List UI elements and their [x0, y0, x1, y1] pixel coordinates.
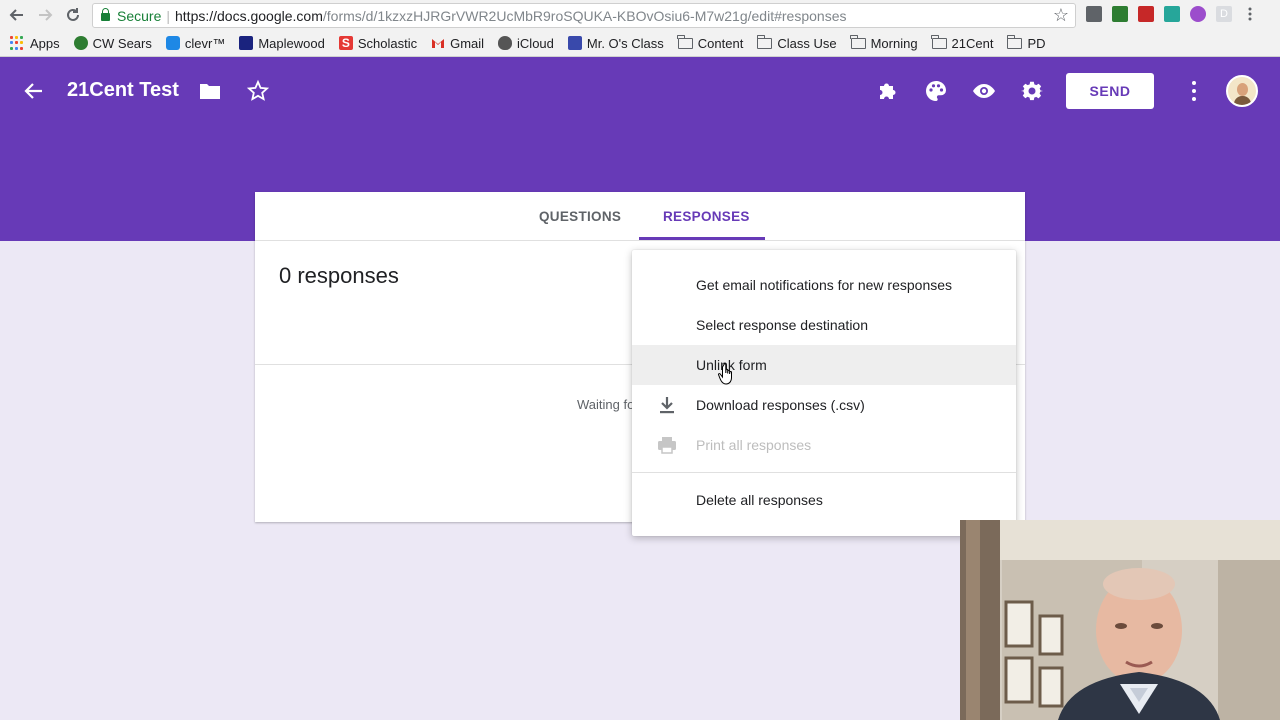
bookmark-clever[interactable]: clevr™ [165, 33, 226, 53]
bookmark-label: PD [1027, 35, 1046, 51]
hand-cursor-icon [718, 362, 738, 386]
menu-item-delete-all[interactable]: Delete all responses [632, 480, 1016, 520]
menu-separator [632, 472, 1016, 473]
bookmark-scholastic[interactable]: S Scholastic [338, 33, 418, 53]
download-icon [656, 394, 678, 416]
bookmark-maplewood[interactable]: Maplewood [239, 33, 325, 53]
bookmark-label: Maplewood [258, 35, 325, 51]
palette-icon[interactable] [924, 79, 948, 103]
active-tab-indicator [639, 237, 765, 240]
bookmark-label: CW Sears [92, 35, 152, 51]
menu-item-unlink-form[interactable]: Unlink form [632, 345, 1016, 385]
avatar[interactable] [1226, 75, 1258, 107]
folder-icon [1006, 34, 1023, 49]
extension-d-icon[interactable]: D [1216, 6, 1232, 22]
menu-item-print-all: Print all responses [632, 425, 1016, 465]
menu-item-download-csv[interactable]: Download responses (.csv) [632, 385, 1016, 425]
tab-questions[interactable]: QUESTIONS [539, 209, 621, 224]
bookmark-label: iCloud [517, 35, 554, 51]
address-bar[interactable]: Secure | https://docs.google.com/forms/d… [92, 3, 1076, 28]
send-button[interactable]: SEND [1066, 73, 1154, 109]
bookmark-label: Apps [30, 35, 60, 51]
bookmark-gmail[interactable]: Gmail [431, 33, 484, 53]
browser-forward-icon[interactable] [34, 4, 56, 26]
bookmark-label: Class Use [777, 35, 837, 51]
extension-video-icon[interactable] [1138, 6, 1154, 22]
browser-reload-icon[interactable] [62, 4, 84, 26]
bookmark-label: Morning [870, 35, 918, 51]
bookmark-label: Gmail [450, 35, 485, 51]
bookmark-folder-class-use[interactable]: Class Use [756, 33, 837, 53]
lock-icon [101, 7, 110, 21]
more-options-icon[interactable] [1186, 81, 1202, 101]
url-host: https://docs.google.com [175, 7, 323, 24]
folder-icon [677, 34, 693, 49]
bookmark-label: clevr™ [184, 35, 226, 51]
apps-grid-icon [10, 36, 24, 50]
url-path: /forms/d/1kzxzHJRGrVWR2UcMbR9roSQUKA-KBO… [322, 7, 847, 24]
scholastic-icon: S [338, 36, 353, 50]
bookmark-folder-pd[interactable]: PD [1006, 33, 1046, 53]
cw-sears-icon [73, 36, 88, 50]
folder-icon [931, 34, 947, 49]
folder-icon [756, 34, 773, 49]
waiting-message: Waiting fo [577, 397, 635, 412]
preview-eye-icon[interactable] [972, 79, 996, 103]
browser-menu-icon[interactable] [1242, 6, 1258, 22]
bookmark-label: Mr. O's Class [586, 35, 664, 51]
apple-icon [498, 36, 513, 50]
menu-item-label: Delete all responses [696, 492, 823, 508]
menu-item-label: Get email notifications for new response… [696, 277, 953, 293]
bookmark-apps[interactable]: Apps [10, 33, 60, 53]
bookmark-folder-21cent[interactable]: 21Cent [931, 33, 994, 53]
form-title[interactable]: 21Cent Test [67, 79, 179, 102]
bookmark-label: Scholastic [357, 35, 418, 51]
extension-purple-icon[interactable] [1190, 6, 1206, 22]
tab-bar: QUESTIONS RESPONSES [255, 192, 1025, 241]
extension-bitmoji-icon[interactable] [1164, 6, 1180, 22]
menu-item-label: Download responses (.csv) [696, 397, 865, 413]
bookmark-folder-morning[interactable]: Morning [850, 33, 918, 53]
bookmark-icloud[interactable]: iCloud [498, 33, 554, 53]
bookmark-star-icon[interactable]: ☆ [1053, 5, 1069, 26]
clever-icon [165, 36, 180, 50]
tab-responses[interactable]: RESPONSES [663, 209, 750, 224]
extension-classroom-icon[interactable] [1112, 6, 1128, 22]
browser-chrome: Secure | https://docs.google.com/forms/d… [0, 0, 1280, 57]
url-text: https://docs.google.com/forms/d/1kzxzHJR… [175, 8, 846, 24]
menu-item-select-destination[interactable]: Select response destination [632, 305, 1016, 345]
folder-icon[interactable] [198, 79, 222, 103]
settings-gear-icon[interactable] [1020, 79, 1044, 103]
secure-label: Secure [117, 7, 162, 24]
bookmark-mr-os-class[interactable]: Mr. O's Class [567, 33, 664, 53]
back-arrow-icon[interactable] [22, 79, 46, 103]
print-icon [656, 434, 678, 456]
bookmark-folder-content[interactable]: Content [677, 33, 744, 53]
responses-options-menu: Get email notifications for new response… [632, 250, 1016, 536]
maplewood-icon [239, 36, 254, 50]
responses-count: 0 responses [279, 263, 399, 288]
menu-item-label: Print all responses [696, 437, 812, 453]
extension-keep-icon[interactable] [1086, 6, 1102, 22]
url-separator: | [166, 7, 170, 24]
bookmarks-bar: Apps CW Sears clevr™ Maplewood S Scholas… [10, 33, 1060, 53]
star-icon[interactable] [246, 79, 270, 103]
extension-icons: D [1086, 6, 1258, 22]
classroom-site-icon [567, 36, 582, 50]
webcam-video-overlay [960, 520, 1280, 720]
menu-item-label: Select response destination [696, 317, 868, 333]
bookmark-cw-sears[interactable]: CW Sears [73, 33, 152, 53]
browser-back-icon[interactable] [6, 4, 28, 26]
folder-icon [850, 34, 866, 49]
menu-item-email-notifications[interactable]: Get email notifications for new response… [632, 265, 1016, 305]
gmail-icon [431, 36, 445, 50]
bookmark-label: Content [697, 35, 744, 51]
add-ons-puzzle-icon[interactable] [876, 79, 900, 103]
bookmark-label: 21Cent [951, 35, 994, 51]
